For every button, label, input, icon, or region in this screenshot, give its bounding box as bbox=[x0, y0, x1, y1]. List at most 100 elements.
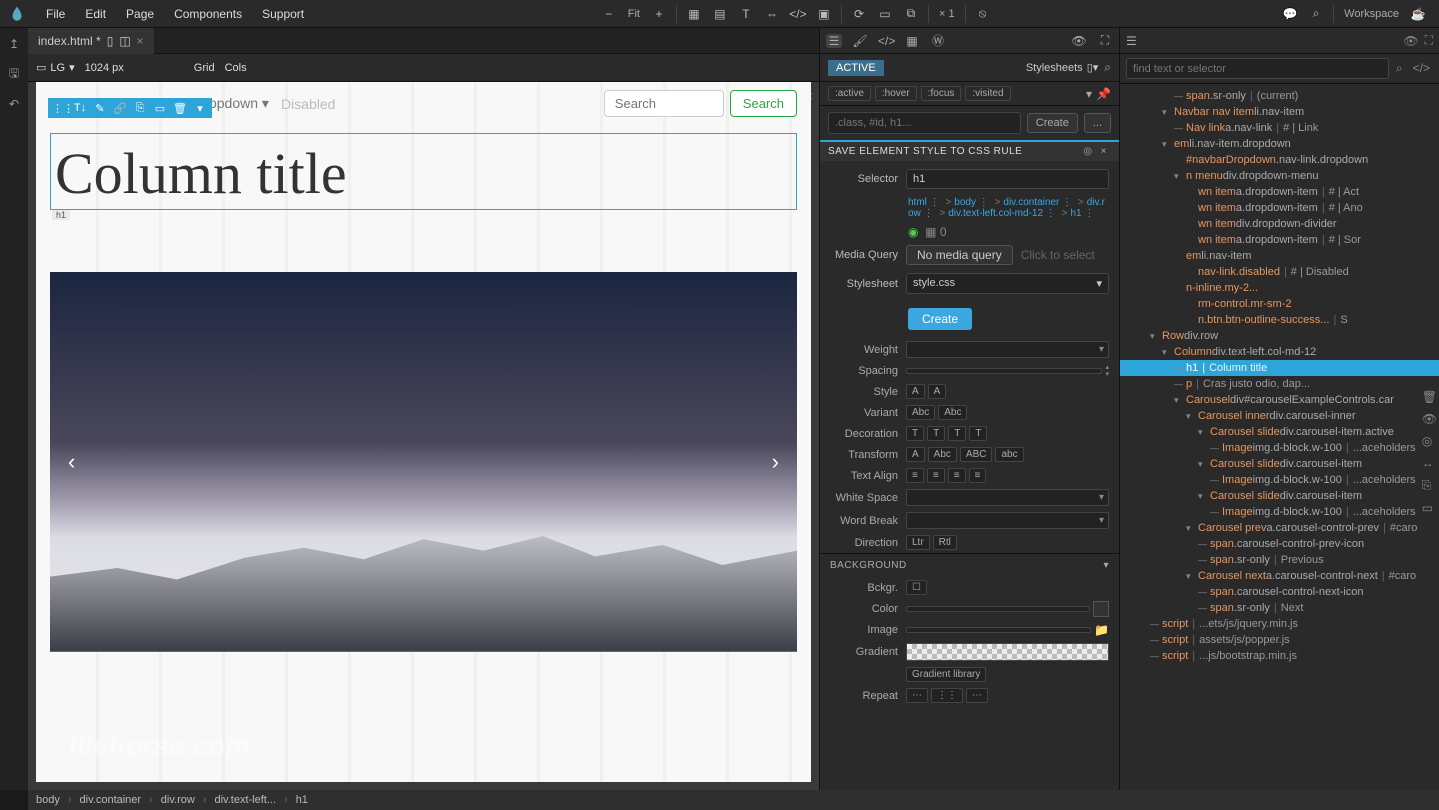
panel-tab-grid-icon[interactable]: ▦ bbox=[904, 34, 920, 48]
tree-icon[interactable]: ☰ bbox=[1126, 34, 1137, 48]
grid-label[interactable]: Grid bbox=[194, 62, 215, 74]
tree-node[interactable]: —h1 | Column title bbox=[1120, 360, 1439, 376]
rail-target-icon[interactable]: ◎ bbox=[1422, 434, 1437, 448]
search-rules-icon[interactable]: ⌕ bbox=[1104, 60, 1111, 75]
panel-tab-code-icon[interactable]: </> bbox=[878, 34, 894, 48]
carousel-next-icon[interactable]: › bbox=[754, 449, 797, 475]
tree-node[interactable]: —Nav link a.nav-link | # | Link bbox=[1120, 120, 1439, 136]
rail-move-icon[interactable]: ↔ bbox=[1422, 456, 1437, 470]
tree-node[interactable]: —Image img.d-block.w-100 | ...aceholders bbox=[1120, 440, 1439, 456]
ruler-icon[interactable]: ⇔ bbox=[759, 2, 785, 26]
tree-node[interactable]: ▾Carousel inner div.carousel-inner bbox=[1120, 408, 1439, 424]
breadcrumb-item[interactable]: body bbox=[36, 794, 60, 806]
rail-box-icon[interactable]: ▭ bbox=[1422, 501, 1437, 515]
workspace-label[interactable]: Workspace bbox=[1338, 8, 1405, 20]
tree-node[interactable]: rm-control.mr-sm-2 bbox=[1120, 296, 1439, 312]
tree-node[interactable]: n.btn.btn-outline-success... | S bbox=[1120, 312, 1439, 328]
selector-field[interactable] bbox=[906, 169, 1109, 189]
tree-eye-icon[interactable]: 👁 bbox=[1403, 34, 1418, 48]
window-icon[interactable]: ⧉ bbox=[898, 2, 924, 26]
breadcrumb-item[interactable]: h1 bbox=[296, 794, 308, 806]
tree-node[interactable]: ▾Column div.text-left.col-md-12 bbox=[1120, 344, 1439, 360]
eye-icon[interactable]: 👁 bbox=[1071, 34, 1087, 48]
devices-icon[interactable]: ▭ bbox=[872, 2, 898, 26]
breadcrumb-item[interactable]: div.text-left... bbox=[214, 794, 276, 806]
panel-tab-settings-icon[interactable]: ☰ bbox=[826, 34, 842, 48]
nav-search-input[interactable] bbox=[604, 90, 724, 117]
rail-dup-icon[interactable]: ⎘ bbox=[1422, 478, 1437, 493]
create-rule-button[interactable]: Create bbox=[1027, 113, 1078, 133]
tab-split-icon[interactable]: ▯ bbox=[107, 34, 114, 48]
gradient-library-button[interactable]: Gradient library bbox=[906, 667, 986, 682]
device-selector[interactable]: ▭ LG ▾ bbox=[36, 61, 75, 74]
zoom-fit[interactable]: Fit bbox=[622, 8, 646, 20]
sel-more-icon[interactable]: ▭ bbox=[152, 102, 168, 115]
tree-node[interactable]: wn item a.dropdown-item | # | Act bbox=[1120, 184, 1439, 200]
pseudo-visited[interactable]: :visited bbox=[965, 86, 1010, 101]
tree-expand-icon[interactable]: ⛶ bbox=[1419, 33, 1433, 48]
expand-icon[interactable]: ⛶ bbox=[1097, 33, 1113, 48]
tree-code-icon[interactable]: </> bbox=[1410, 58, 1433, 79]
tab-index[interactable]: index.html * ▯ ◫ × bbox=[28, 28, 154, 54]
code-icon[interactable]: </> bbox=[785, 2, 811, 26]
cols-label[interactable]: Cols bbox=[225, 62, 247, 74]
tree-node[interactable]: —span .sr-only | Previous bbox=[1120, 552, 1439, 568]
undo-icon[interactable]: ↶ bbox=[4, 94, 24, 114]
tab-close-icon[interactable]: × bbox=[137, 34, 144, 48]
pseudo-more-icon[interactable]: ▾ bbox=[1086, 87, 1092, 101]
arrow-up-icon[interactable]: ↥ bbox=[4, 34, 24, 54]
layout-icon[interactable]: ▤ bbox=[707, 2, 733, 26]
tree-node[interactable]: ▾Carousel div#carouselExampleControls.ca… bbox=[1120, 392, 1439, 408]
rail-eye-icon[interactable]: 👁 bbox=[1422, 412, 1437, 426]
breadcrumb-item[interactable]: div.container bbox=[80, 794, 142, 806]
sel-edit-icon[interactable]: ✎ bbox=[92, 102, 108, 115]
tree-node[interactable]: —script | assets/js/popper.js bbox=[1120, 632, 1439, 648]
menu-file[interactable]: File bbox=[36, 7, 75, 21]
create-button[interactable]: Create bbox=[908, 308, 972, 330]
stylesheet-select[interactable]: style.css▾ bbox=[906, 273, 1109, 294]
cup-icon[interactable]: ☕ bbox=[1405, 2, 1431, 26]
text-icon[interactable]: T bbox=[733, 2, 759, 26]
tree-node[interactable]: —span .carousel-control-next-icon bbox=[1120, 584, 1439, 600]
tree-node[interactable]: —span .carousel-control-prev-icon bbox=[1120, 536, 1439, 552]
eye-off-icon[interactable]: ⦸ bbox=[970, 2, 996, 26]
refresh-icon[interactable]: ⟳ bbox=[846, 2, 872, 26]
create-more-button[interactable]: ... bbox=[1084, 113, 1111, 133]
panel-tab-brush-icon[interactable]: 🖌 bbox=[852, 34, 868, 48]
tree-node[interactable]: —Image img.d-block.w-100 | ...aceholders bbox=[1120, 504, 1439, 520]
grid-icon[interactable]: ▦ bbox=[681, 2, 707, 26]
zoom-in-icon[interactable]: + bbox=[646, 2, 672, 26]
panel-tab-wp-icon[interactable]: Ⓦ bbox=[930, 32, 946, 49]
zoom-level[interactable]: × 1 bbox=[933, 8, 961, 20]
pseudo-active[interactable]: :active bbox=[828, 86, 871, 101]
sel-drop-icon[interactable]: ▾ bbox=[192, 102, 208, 115]
sel-delete-icon[interactable]: 🗑 bbox=[172, 102, 188, 115]
pseudo-pin-icon[interactable]: 📌 bbox=[1096, 87, 1111, 101]
tree-node[interactable]: —span .sr-only | Next bbox=[1120, 600, 1439, 616]
target-icon[interactable]: ◎ bbox=[1079, 146, 1096, 157]
tree-node[interactable]: —script | ...ets/js/jquery.min.js bbox=[1120, 616, 1439, 632]
tab-dup-icon[interactable]: ◫ bbox=[119, 34, 130, 48]
tree-node[interactable]: nav-link.disabled | # | Disabled bbox=[1120, 264, 1439, 280]
tree-node[interactable]: wn item a.dropdown-item | # | Ano bbox=[1120, 200, 1439, 216]
selector-breadcrumb[interactable]: html ⋮ >body ⋮ >div.container ⋮ >div.row… bbox=[830, 197, 1109, 219]
pseudo-hover[interactable]: :hover bbox=[875, 86, 917, 101]
tree-node[interactable]: ▾Navbar nav item li.nav-item bbox=[1120, 104, 1439, 120]
rail-trash-icon[interactable]: 🗑 bbox=[1422, 390, 1437, 404]
menu-page[interactable]: Page bbox=[116, 7, 164, 21]
pseudo-focus[interactable]: :focus bbox=[921, 86, 962, 101]
menu-edit[interactable]: Edit bbox=[75, 7, 116, 21]
chat-icon[interactable]: 💬 bbox=[1277, 2, 1303, 26]
save-icon[interactable]: 🖫 bbox=[4, 64, 24, 84]
sel-link-icon[interactable]: 🔗 bbox=[112, 102, 128, 115]
carousel[interactable]: ‹ › bbox=[50, 272, 797, 652]
tree-node[interactable]: ▾Carousel prev a.carousel-control-prev |… bbox=[1120, 520, 1439, 536]
carousel-prev-icon[interactable]: ‹ bbox=[50, 449, 93, 475]
menu-support[interactable]: Support bbox=[252, 7, 314, 21]
sel-text-icon[interactable]: T↓ bbox=[72, 102, 88, 114]
stylesheets-dropdown[interactable]: Stylesheets ▯▾ bbox=[1026, 61, 1098, 74]
tree-node[interactable]: wn item div.dropdown-divider bbox=[1120, 216, 1439, 232]
tree-node[interactable]: ▾n menu div.dropdown-menu bbox=[1120, 168, 1439, 184]
menu-components[interactable]: Components bbox=[164, 7, 252, 21]
tree-node[interactable]: wn item a.dropdown-item | # | Sor bbox=[1120, 232, 1439, 248]
